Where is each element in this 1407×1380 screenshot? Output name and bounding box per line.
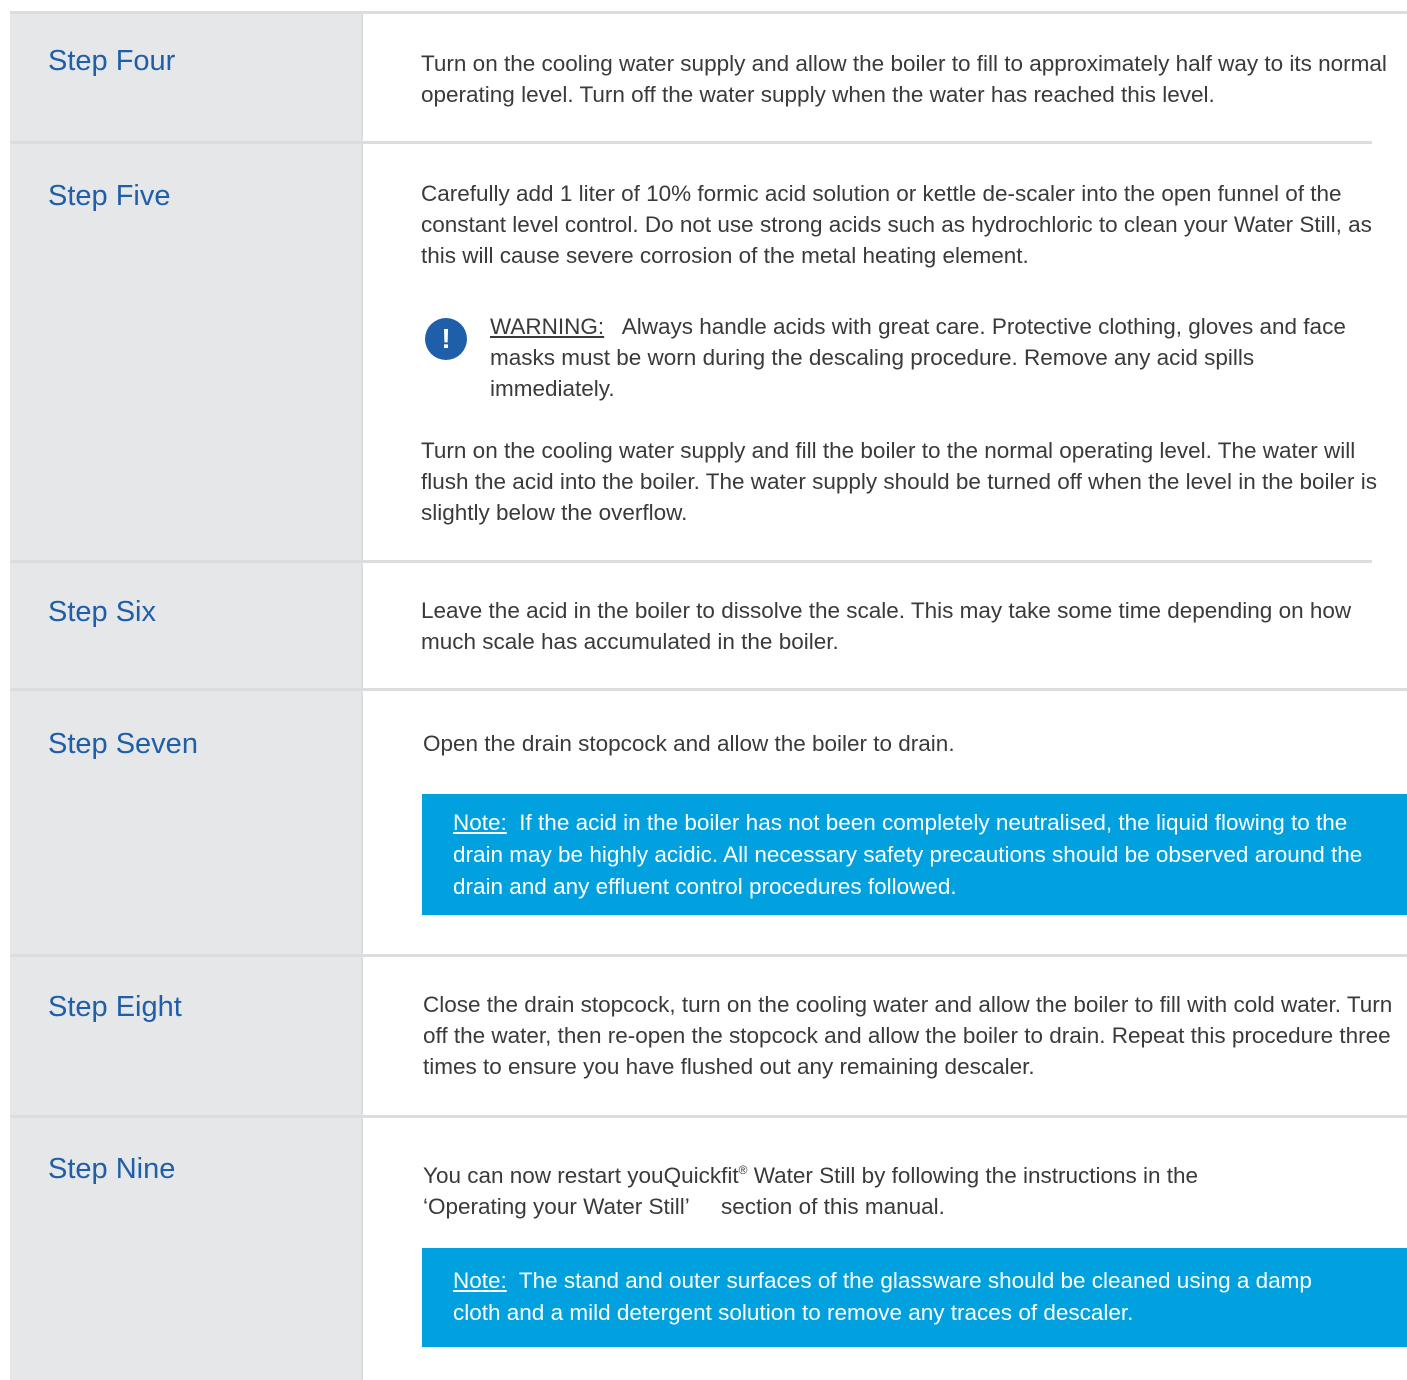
step-eight-title: Step Eight xyxy=(48,991,182,1023)
nine-text-before: You can now restart you xyxy=(423,1163,664,1188)
step-six-text: Leave the acid in the boiler to dissolve… xyxy=(421,598,1352,654)
row-divider xyxy=(10,11,1407,14)
step-nine-title: Step Nine xyxy=(48,1153,176,1185)
step-four-text: Turn on the cooling water supply and all… xyxy=(421,51,1387,107)
step-nine-text: You can now restart youQuickfit® Water S… xyxy=(423,1155,1383,1222)
step-five-text: Carefully add 1 liter of 10% formic acid… xyxy=(421,181,1372,268)
document-page: Step Four Turn on the cooling water supp… xyxy=(10,0,1407,1380)
step-seven-text: Open the drain stopcock and allow the bo… xyxy=(423,731,955,756)
step-five-title: Step Five xyxy=(48,180,171,212)
note-text: If the acid in the boiler has not been c… xyxy=(453,810,1363,899)
row-divider xyxy=(10,1115,1407,1118)
step-four-title: Step Four xyxy=(48,45,176,77)
step-seven-title: Step Seven xyxy=(48,728,198,760)
note-text: The stand and outer surfaces of the glas… xyxy=(453,1268,1312,1325)
warning-text: Always handle acids with great care. Pro… xyxy=(490,314,1346,401)
column-divider xyxy=(361,12,363,1380)
brand-name: Quickfit xyxy=(663,1163,739,1188)
row-divider xyxy=(10,954,1407,957)
step-five-warning: WARNING: Always handle acids with great … xyxy=(490,311,1370,404)
step-eight-text: Close the drain stopcock, turn on the co… xyxy=(423,992,1393,1079)
step-nine-note: Note: The stand and outer surfaces of th… xyxy=(422,1248,1407,1347)
step-six-title: Step Six xyxy=(48,596,156,628)
note-label: Note: xyxy=(453,810,507,835)
warning-label: WARNING: xyxy=(490,314,605,339)
row-divider xyxy=(10,688,1407,691)
nine-text-after: Water Still by following the instruction… xyxy=(747,1163,1199,1188)
step-five-text-2: Turn on the cooling water supply and fil… xyxy=(421,438,1378,525)
row-divider xyxy=(10,141,1372,144)
exclamation-circle-icon: ! xyxy=(425,318,467,360)
section-reference: ‘Operating your Water Still’ xyxy=(423,1194,690,1219)
step-seven-note: Note: If the acid in the boiler has not … xyxy=(422,794,1407,915)
nine-text-line2: section of this manual. xyxy=(721,1194,945,1219)
note-label: Note: xyxy=(453,1268,507,1293)
row-divider xyxy=(10,560,1372,563)
